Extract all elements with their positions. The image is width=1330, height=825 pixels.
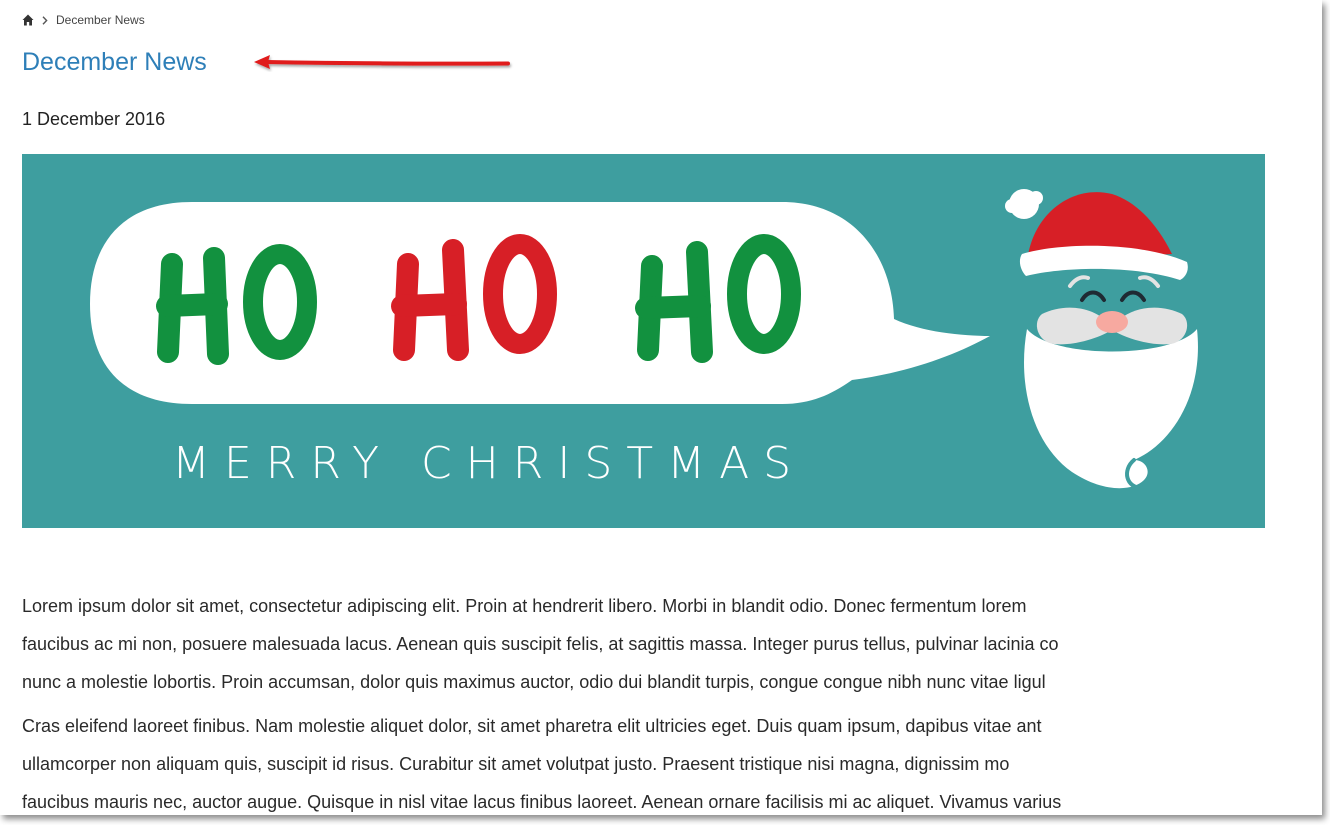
banner-subtitle: MERRY CHRISTMAS	[172, 438, 806, 489]
page-title: December News	[22, 48, 207, 76]
paragraph-line: ullamcorper non aliquam quis, suscipit i…	[22, 754, 1010, 774]
article-paragraph-1: Lorem ipsum dolor sit amet, consectetur …	[22, 587, 1322, 701]
article-paragraph-2: Cras eleifend laoreet finibus. Nam moles…	[22, 707, 1322, 815]
annotation-arrow-icon	[254, 55, 510, 69]
page-frame: December News December News 1 December 2…	[0, 0, 1322, 815]
article-body: Lorem ipsum dolor sit amet, consectetur …	[22, 587, 1322, 815]
chevron-right-icon	[42, 15, 48, 25]
home-icon[interactable]	[22, 14, 34, 26]
breadcrumb-current: December News	[56, 13, 145, 27]
paragraph-line: nunc a molestie lobortis. Proin accumsan…	[22, 672, 1046, 692]
breadcrumb: December News	[22, 11, 145, 29]
post-date: 1 December 2016	[22, 109, 166, 129]
paragraph-line: Cras eleifend laoreet finibus. Nam moles…	[22, 716, 1042, 736]
christmas-banner: MERRY CHRISTMAS	[22, 154, 1265, 528]
paragraph-line: faucibus ac mi non, posuere malesuada la…	[22, 634, 1059, 654]
paragraph-line: Lorem ipsum dolor sit amet, consectetur …	[22, 596, 1027, 616]
paragraph-line: faucibus mauris nec, auctor augue. Quisq…	[22, 792, 1062, 812]
